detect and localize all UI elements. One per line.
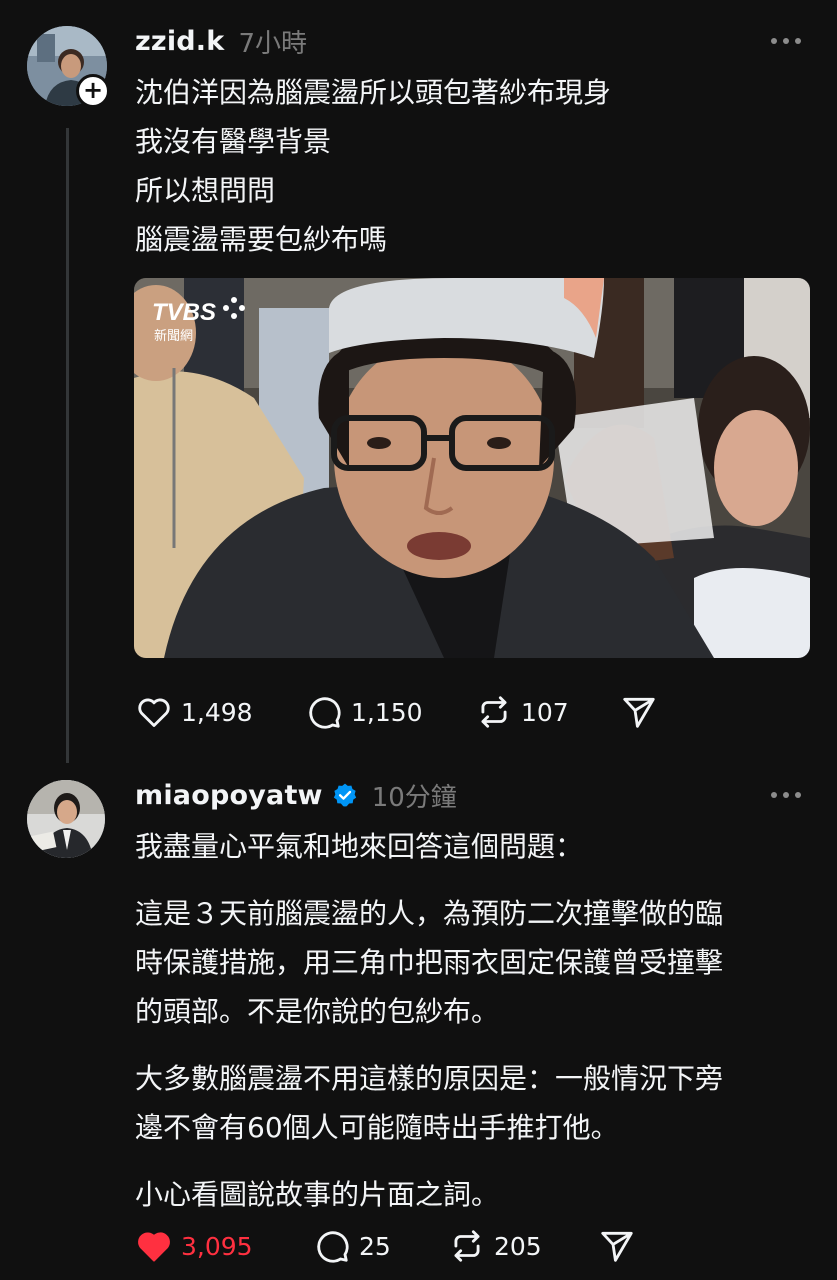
post-text: 沈伯洋因為腦震盪所以頭包著紗布現身 我沒有醫學背景 所以想問問 腦震盪需要包紗布…: [135, 68, 815, 264]
avatar[interactable]: [27, 780, 105, 858]
post-text: 我盡量心平氣和地來回答這個問題： 這是３天前腦震盪的人，為預防二次撞擊做的臨 時…: [135, 822, 815, 1237]
post-time: 10分鐘: [371, 782, 457, 813]
post-zzid: + zzid.k 7小時 沈伯洋因為腦震盪所以頭包著紗布現身 我沒有醫學背景 所…: [0, 0, 837, 770]
comment-icon: [317, 1231, 349, 1263]
send-icon: [623, 697, 655, 728]
paragraph: 這是３天前腦震盪的人，為預防二次撞擊做的臨 時保護措施，用三角巾把雨衣固定保護曾…: [135, 889, 815, 1036]
verified-badge-icon: [333, 783, 356, 807]
post-header: zzid.k 7小時: [135, 24, 307, 59]
like-count: 3,095: [181, 1231, 253, 1261]
heart-icon: [138, 1232, 170, 1262]
text-line: 邊不會有60個人可能隨時出手推打他。: [135, 1111, 619, 1144]
post-miaopoyatw: miaopoyatw 10分鐘 我盡量心平氣和地來回答這個問題： 這是３天前腦震…: [0, 770, 837, 1280]
repost-count: 107: [521, 697, 569, 727]
repost-icon: [481, 696, 507, 728]
text-line: 的頭部。不是你說的包紗布。: [135, 995, 500, 1028]
action-bar: 3,095 25 205: [135, 1226, 636, 1266]
text-line: 所以想問問: [135, 174, 276, 207]
text-line: 這是３天前腦震盪的人，為預防二次撞擊做的臨: [135, 897, 724, 930]
paragraph: 我盡量心平氣和地來回答這個問題：: [135, 822, 815, 871]
text-line: 我盡量心平氣和地來回答這個問題：: [135, 830, 584, 863]
follow-plus-icon[interactable]: +: [76, 74, 110, 108]
reply-count: 25: [359, 1231, 391, 1261]
paragraph: 大多數腦震盪不用這樣的原因是：一般情況下旁 邊不會有60個人可能隨時出手推打他。: [135, 1054, 815, 1152]
like-button[interactable]: 3,095: [135, 1227, 313, 1265]
text-line: 沈伯洋因為腦震盪所以頭包著紗布現身: [135, 76, 612, 109]
post-header: miaopoyatw 10分鐘: [135, 778, 457, 813]
text-line: 時保護措施，用三角巾把雨衣固定保護曾受撞擊: [135, 946, 724, 979]
text-line: 腦震盪需要包紗布嗎: [135, 223, 388, 256]
text-line: 我沒有醫學背景: [135, 125, 332, 158]
share-button[interactable]: [598, 1227, 636, 1265]
username[interactable]: miaopoyatw: [135, 780, 323, 811]
comment-icon: [309, 697, 341, 729]
reply-button[interactable]: 25: [313, 1227, 448, 1265]
heart-icon: [138, 698, 170, 727]
action-bar: 1,498 1,150 107: [135, 692, 658, 732]
paragraph: 小心看圖說故事的片面之詞。: [135, 1170, 815, 1219]
repost-button[interactable]: 107: [475, 693, 620, 731]
more-options-icon[interactable]: [771, 790, 801, 800]
reply-count: 1,150: [351, 697, 423, 727]
send-icon: [601, 1231, 633, 1262]
like-button[interactable]: 1,498: [135, 693, 305, 731]
tvbs-watermark-sub: 新聞網: [154, 328, 193, 344]
share-button[interactable]: [620, 693, 658, 731]
tvbs-watermark: TVBS: [152, 299, 216, 326]
like-count: 1,498: [181, 697, 253, 727]
repost-icon: [454, 1230, 480, 1262]
text-line: 小心看圖說故事的片面之詞。: [135, 1178, 500, 1211]
thread-connector: [66, 128, 69, 763]
repost-button[interactable]: 205: [448, 1227, 598, 1265]
post-image[interactable]: TVBS 新聞網: [134, 278, 810, 658]
reply-button[interactable]: 1,150: [305, 693, 475, 731]
text-line: 大多數腦震盪不用這樣的原因是：一般情況下旁: [135, 1062, 724, 1095]
username[interactable]: zzid.k: [135, 26, 224, 57]
repost-count: 205: [494, 1231, 542, 1261]
post-time: 7小時: [238, 28, 307, 59]
more-options-icon[interactable]: [771, 36, 801, 46]
